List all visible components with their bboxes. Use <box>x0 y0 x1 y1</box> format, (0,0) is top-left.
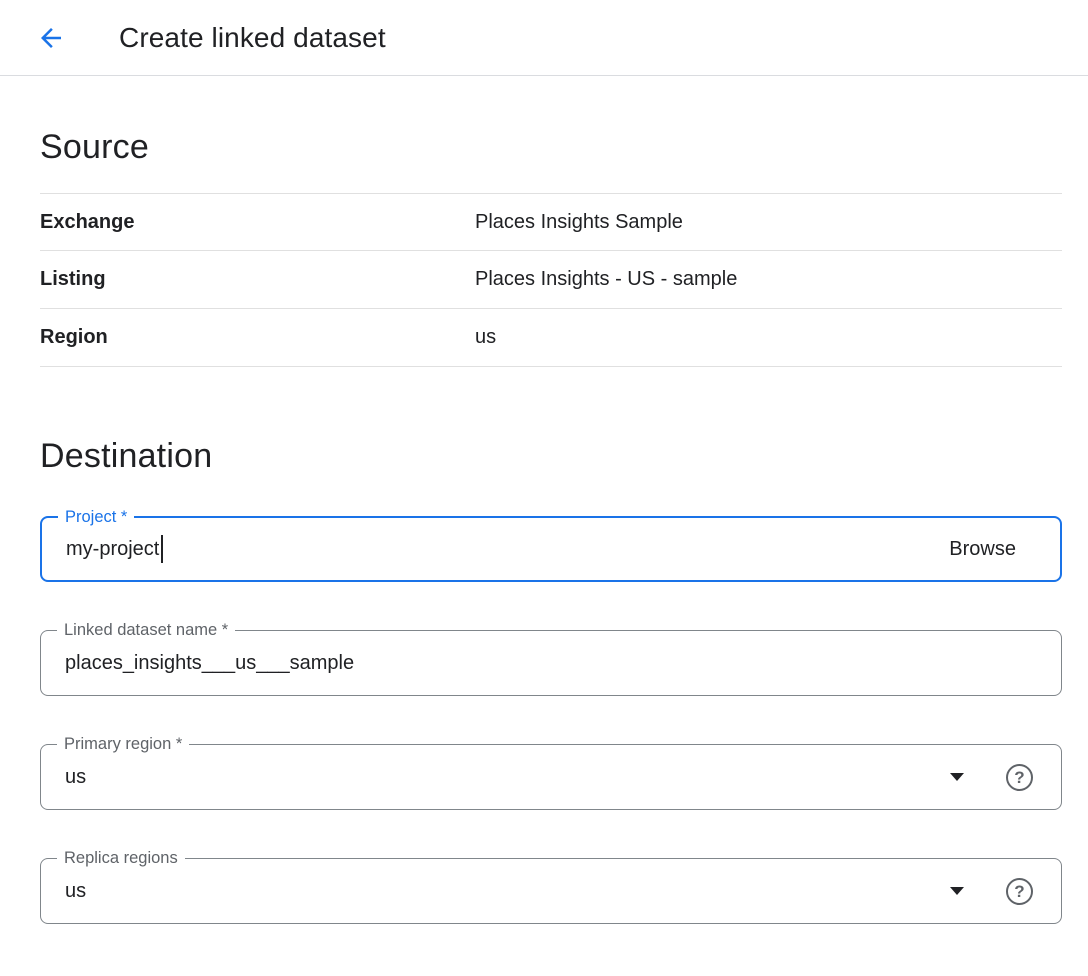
help-circle-icon[interactable]: ? <box>1006 878 1033 905</box>
text-cursor <box>161 535 163 563</box>
arrow-back-icon <box>36 23 66 53</box>
row-label: Region <box>40 326 475 349</box>
project-field[interactable]: Project * my-project Browse <box>40 516 1062 582</box>
linked-dataset-name-input[interactable]: places_insights___us___sample <box>65 652 1037 675</box>
primary-region-label: Primary region * <box>57 733 189 755</box>
replica-regions-value: us <box>65 880 86 903</box>
table-row-region: Region us <box>40 309 1062 367</box>
row-label: Exchange <box>40 211 475 234</box>
header: Create linked dataset <box>0 0 1088 76</box>
linked-dataset-name-label: Linked dataset name * <box>57 619 235 641</box>
table-row-exchange: Exchange Places Insights Sample <box>40 193 1062 251</box>
replica-regions-label: Replica regions <box>57 847 185 869</box>
project-input[interactable]: my-project <box>66 535 929 563</box>
page-title: Create linked dataset <box>119 22 386 54</box>
row-value: us <box>475 326 496 349</box>
replica-regions-field[interactable]: Replica regions us ? <box>40 858 1062 924</box>
browse-button[interactable]: Browse <box>929 538 1036 561</box>
linked-dataset-name-value: places_insights___us___sample <box>65 652 354 675</box>
project-input-value: my-project <box>66 538 159 561</box>
row-value: Places Insights Sample <box>475 211 683 234</box>
back-button[interactable] <box>35 22 67 54</box>
chevron-down-icon[interactable] <box>950 887 964 895</box>
help-circle-icon[interactable]: ? <box>1006 764 1033 791</box>
row-value: Places Insights - US - sample <box>475 268 737 291</box>
primary-region-field[interactable]: Primary region * us ? <box>40 744 1062 810</box>
linked-dataset-name-field[interactable]: Linked dataset name * places_insights___… <box>40 630 1062 696</box>
source-heading: Source <box>40 128 1062 167</box>
main-content: Source Exchange Places Insights Sample L… <box>0 128 1088 924</box>
project-field-label: Project * <box>58 506 134 528</box>
source-table: Exchange Places Insights Sample Listing … <box>40 193 1062 367</box>
replica-regions-select[interactable]: us <box>65 880 950 903</box>
row-label: Listing <box>40 268 475 291</box>
destination-heading: Destination <box>40 437 1062 476</box>
chevron-down-icon[interactable] <box>950 773 964 781</box>
primary-region-select[interactable]: us <box>65 766 950 789</box>
primary-region-value: us <box>65 766 86 789</box>
table-row-listing: Listing Places Insights - US - sample <box>40 251 1062 309</box>
